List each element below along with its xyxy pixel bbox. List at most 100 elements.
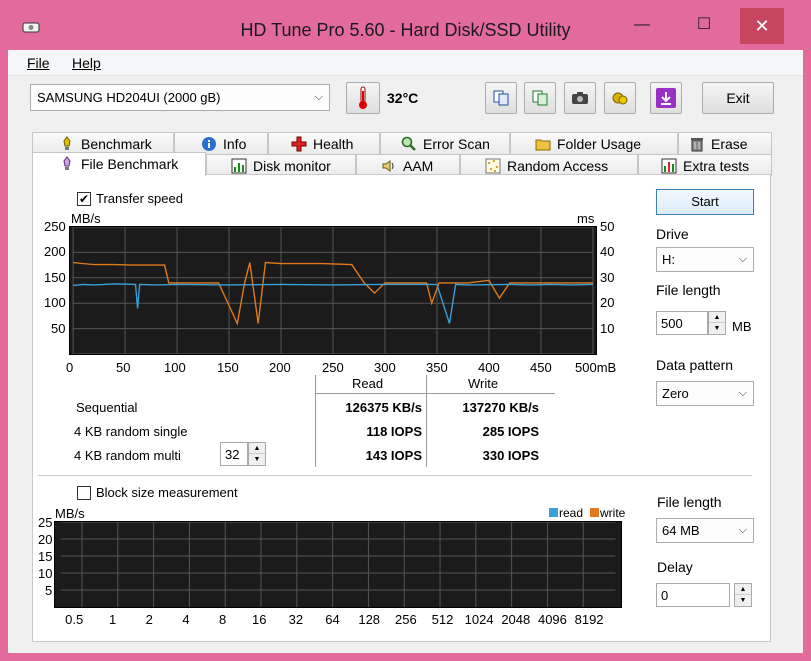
random-access-icon [485, 158, 501, 174]
options-icon [612, 92, 628, 105]
y-tick-right: 50 [600, 219, 615, 234]
block-x-tick: 32 [288, 612, 304, 627]
block-x-tick: 2 [145, 612, 153, 627]
tab-info[interactable]: Info [174, 132, 268, 154]
block-x-tick: 512 [431, 612, 454, 627]
x-tick: 250 [322, 360, 344, 375]
drive-select[interactable]: SAMSUNG HD204UI (2000 gB) ⌵ [30, 84, 330, 111]
row-label-sequential: Sequential [76, 400, 138, 415]
delay-stepper[interactable]: ▲ ▼ [734, 583, 752, 607]
tab-disk-monitor[interactable]: Disk monitor [206, 154, 356, 176]
block-y-tick: 10 [38, 566, 53, 581]
chevron-up-icon[interactable]: ▲ [249, 443, 265, 454]
y-tick-left: 250 [44, 219, 66, 234]
copy-all-icon [532, 90, 548, 106]
block-x-tick: 8192 [574, 612, 604, 627]
options-button[interactable] [604, 82, 636, 114]
results-header-line [315, 393, 555, 394]
temperature-button[interactable] [346, 82, 380, 114]
y-tick-right: 20 [600, 295, 615, 310]
health-icon [291, 136, 307, 152]
maximize-button[interactable]: ☐ [686, 14, 722, 36]
legend-read-label: read [559, 506, 584, 520]
block-size-checkbox[interactable] [77, 486, 91, 500]
y-tick-left: 50 [51, 321, 66, 336]
file-length-input[interactable]: 500 [656, 311, 708, 335]
y-tick-left: 100 [44, 295, 66, 310]
tab-benchmark[interactable]: Benchmark [32, 132, 174, 154]
x-tick: 150 [217, 360, 239, 375]
drive-letter-select[interactable]: H: ⌵ [656, 247, 754, 272]
menu-help[interactable]: Help [72, 55, 101, 71]
sequential-write-value: 137270 KB/s [462, 400, 539, 415]
exit-button[interactable]: Exit [702, 82, 774, 114]
sequential-read-value: 126375 KB/s [345, 400, 422, 415]
chevron-down-icon: ⌵ [738, 387, 747, 399]
block-y-tick: 25 [38, 515, 53, 530]
block-y-tick: 20 [38, 532, 53, 547]
block-file-length-label: File length [657, 494, 722, 510]
start-button[interactable]: Start [656, 189, 754, 215]
col-read-header: Read [352, 376, 384, 391]
close-button[interactable]: ✕ [740, 8, 784, 44]
drive-select-value: SAMSUNG HD204UI (2000 gB) [37, 90, 221, 105]
data-pattern-select[interactable]: Zero ⌵ [656, 381, 754, 406]
queue-depth-input[interactable]: 32 [220, 442, 248, 466]
block-file-length-select[interactable]: 64 MB ⌵ [656, 518, 754, 543]
file-length-unit: MB [732, 319, 752, 334]
menu-bar [8, 50, 803, 76]
block-x-tick: 1024 [464, 612, 494, 627]
tab-file-benchmark[interactable]: File Benchmark [32, 152, 206, 176]
benchmark-icon [59, 136, 75, 152]
tab-erase[interactable]: Erase [678, 132, 772, 154]
x-tick: 300 [374, 360, 396, 375]
chevron-down-icon[interactable]: ▼ [735, 595, 751, 606]
delay-input[interactable]: 0 [656, 583, 730, 607]
block-y-tick: 15 [38, 549, 53, 564]
speaker-icon [381, 158, 397, 174]
minimize-button[interactable]: — [624, 14, 660, 36]
chevron-up-icon[interactable]: ▲ [735, 584, 751, 595]
file-length-stepper[interactable]: ▲ ▼ [708, 311, 726, 335]
block-x-tick: 4 [182, 612, 190, 627]
file-length-label: File length [656, 282, 721, 298]
y-unit-right: ms [577, 211, 595, 226]
tab-health[interactable]: Health [268, 132, 380, 154]
chevron-down-icon: ⌵ [314, 91, 323, 103]
x-tick: 50 [116, 360, 131, 375]
copy-icon [493, 90, 509, 106]
tab-folder-usage[interactable]: Folder Usage [510, 132, 678, 154]
error-scan-icon [401, 136, 417, 152]
block-x-tick: 4096 [537, 612, 567, 627]
4kb-single-write-value: 285 IOPS [482, 424, 539, 439]
chevron-down-icon[interactable]: ▼ [249, 454, 265, 465]
info-icon [201, 136, 217, 152]
y-tick-left: 150 [44, 270, 66, 285]
transfer-speed-checkbox[interactable]: ✔ [77, 192, 91, 206]
tab-error-scan[interactable]: Error Scan [380, 132, 510, 154]
screenshot-button[interactable] [564, 82, 596, 114]
block-x-tick: 8 [218, 612, 227, 627]
copy-info-button[interactable] [485, 82, 517, 114]
file-benchmark-icon [59, 156, 75, 172]
copy-all-button[interactable] [524, 82, 556, 114]
tab-aam[interactable]: AAM [356, 154, 460, 176]
queue-depth-stepper[interactable]: ▲ ▼ [248, 442, 266, 466]
x-tick: 400 [478, 360, 500, 375]
chevron-down-icon[interactable]: ▼ [709, 323, 725, 334]
disk-monitor-icon [231, 158, 247, 174]
temperature-value: 32°C [387, 90, 419, 106]
save-button[interactable] [650, 82, 682, 114]
camera-icon [572, 92, 588, 104]
chevron-up-icon[interactable]: ▲ [709, 312, 725, 323]
extra-tests-icon [661, 158, 677, 174]
section-divider [38, 475, 752, 476]
tab-random-access[interactable]: Random Access [460, 154, 638, 176]
4kb-multi-write-value: 330 IOPS [482, 448, 539, 463]
x-tick: 500mB [575, 360, 617, 375]
erase-icon [689, 136, 705, 152]
legend-write-label: write [600, 506, 626, 520]
row-label-4kb-multi: 4 KB random multi [74, 448, 181, 463]
tab-extra-tests[interactable]: Extra tests [638, 154, 772, 176]
menu-file[interactable]: File [27, 55, 50, 71]
